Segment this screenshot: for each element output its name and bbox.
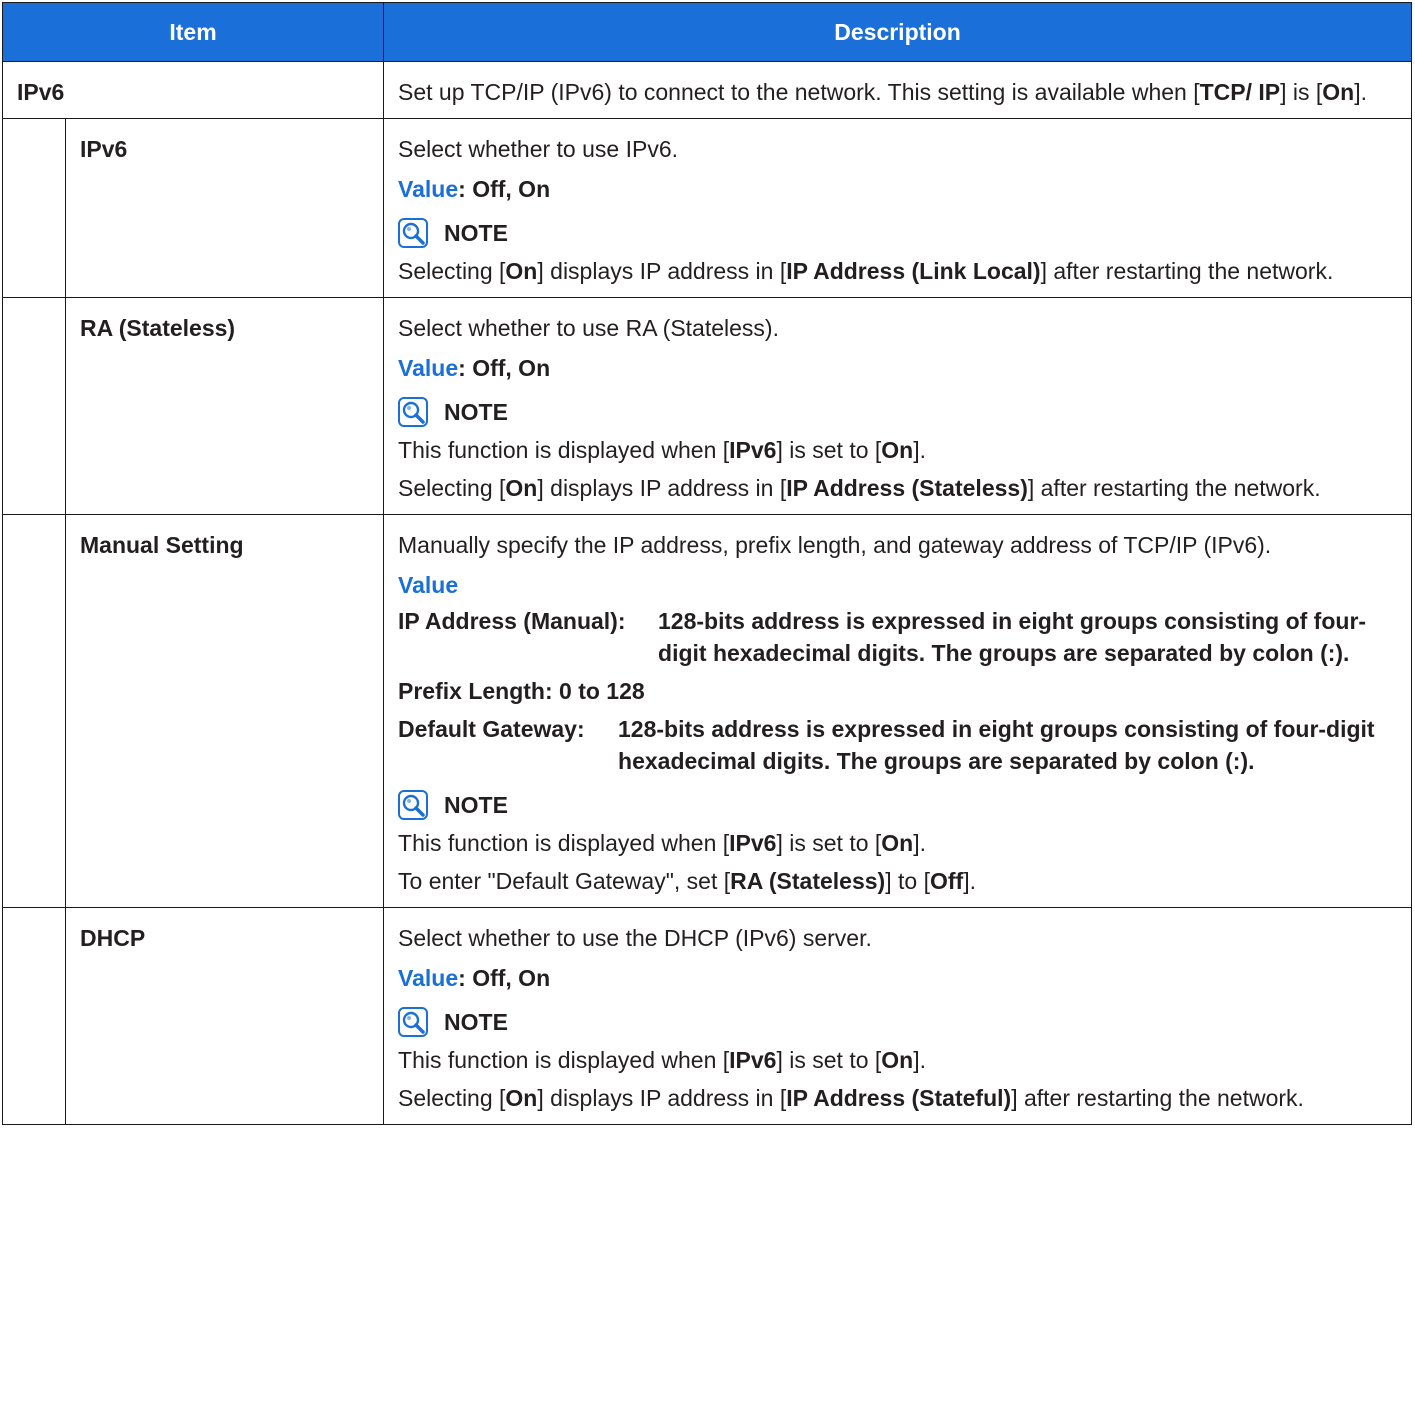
value-list: IP Address (Manual): 128-bits address is… <box>398 605 1397 777</box>
item-description: Manually specify the IP address, prefix … <box>383 514 1413 908</box>
item-description: Set up TCP/IP (IPv6) to connect to the n… <box>383 61 1413 119</box>
value-item: IP Address (Manual): 128-bits address is… <box>398 608 1367 666</box>
indent-cell <box>2 514 66 908</box>
note-icon <box>398 790 429 820</box>
value-line: Value: Off, On <box>398 176 551 202</box>
value-line: Value: Off, On <box>398 965 551 991</box>
table-row: IPv6 Set up TCP/IP (IPv6) to connect to … <box>1 61 1413 119</box>
note-heading: NOTE <box>398 1006 1397 1038</box>
header-description: Description <box>383 2 1413 62</box>
note-heading: NOTE <box>398 217 1397 249</box>
indent-cell <box>2 297 66 515</box>
table-header: Item Description <box>1 2 1413 62</box>
table-row: Manual Setting Manually specify the IP a… <box>2 514 1413 908</box>
item-label: DHCP <box>64 907 385 1125</box>
item-description: Select whether to use the DHCP (IPv6) se… <box>383 907 1413 1125</box>
item-description: Select whether to use RA (Stateless). Va… <box>383 297 1413 515</box>
note-icon <box>398 1007 429 1037</box>
value-item: Prefix Length: 0 to 128 <box>398 678 645 704</box>
header-item: Item <box>1 2 385 62</box>
value-item: Default Gateway: 128-bits address is exp… <box>398 716 1375 774</box>
note-heading: NOTE <box>398 396 1397 428</box>
settings-table: Item Description IPv6 Set up TCP/IP (IPv… <box>1 2 1413 1125</box>
note-icon <box>398 397 429 427</box>
note-heading: NOTE <box>398 789 1397 821</box>
item-description: Select whether to use IPv6. Value: Off, … <box>383 118 1413 298</box>
value-heading: Value <box>398 572 459 598</box>
table-row: IPv6 Select whether to use IPv6. Value: … <box>2 118 1413 298</box>
indent-cell <box>2 118 66 298</box>
item-label: Manual Setting <box>64 514 385 908</box>
item-label: IPv6 <box>1 61 385 119</box>
item-label: IPv6 <box>64 118 385 298</box>
value-line: Value: Off, On <box>398 355 551 381</box>
table-row: RA (Stateless) Select whether to use RA … <box>2 297 1413 515</box>
indent-cell <box>2 907 66 1125</box>
note-icon <box>398 218 429 248</box>
table-row: DHCP Select whether to use the DHCP (IPv… <box>2 907 1413 1125</box>
item-label: RA (Stateless) <box>64 297 385 515</box>
